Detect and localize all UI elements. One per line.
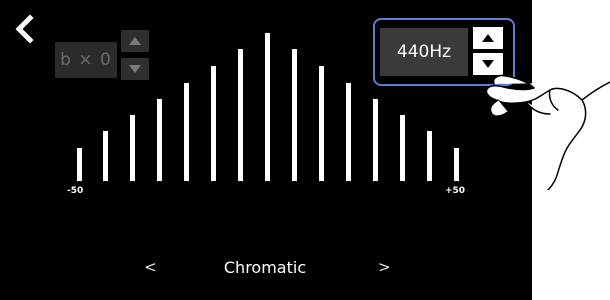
- meter-min-label: -50: [67, 186, 84, 196]
- meter-bar: [373, 99, 378, 181]
- tuner-screen: b × 0 440Hz -50 +50 < Chromatic >: [0, 0, 532, 300]
- meter-bar: [427, 131, 432, 181]
- tuner-type-prev-button[interactable]: <: [144, 258, 157, 276]
- meter-bar: [400, 115, 405, 181]
- meter-bar: [292, 49, 297, 181]
- meter-bar: [238, 49, 243, 181]
- meter-max-label: +50: [445, 186, 466, 196]
- tuning-meter: -50 +50: [0, 0, 532, 300]
- meter-bar: [157, 99, 162, 181]
- meter-bar: [454, 148, 459, 181]
- meter-bar: [319, 66, 324, 181]
- meter-bar: [103, 131, 108, 181]
- meter-bar: [130, 115, 135, 181]
- meter-bar: [77, 148, 82, 181]
- tuner-type-label: Chromatic: [223, 258, 307, 277]
- meter-bar: [346, 83, 351, 181]
- tuner-type-next-button[interactable]: >: [378, 258, 391, 276]
- meter-bar: [265, 33, 270, 181]
- meter-bar: [184, 83, 189, 181]
- pointing-hand-icon: [485, 74, 610, 190]
- meter-bar: [211, 66, 216, 181]
